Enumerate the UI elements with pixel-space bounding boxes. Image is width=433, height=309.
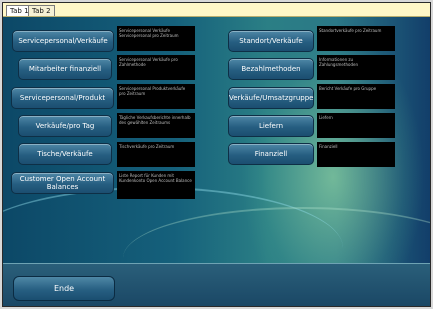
tab-bar: Tab 1 Tab 2	[3, 3, 430, 17]
mitarbeiter-finanziell-button[interactable]: Mitarbeiter finanziell	[18, 58, 112, 80]
customer-open-account-balances-button[interactable]: Customer Open Account Balances	[11, 172, 114, 194]
servicepersonal-verkaeufe-button[interactable]: Servicepersonal/Verkäufe	[12, 30, 114, 52]
verkaeufe-umsatzgruppen-button[interactable]: Verkäufe/Umsatzgruppen	[228, 87, 314, 109]
verkaeufe-umsatzgruppen-description: Bericht Verkäufe pro Gruppe	[317, 84, 395, 109]
tische-verkaeufe-description: Tischverkäufe pro Zeitraum	[117, 142, 195, 167]
customer-open-account-balances-description: Liste Report für Kunden mit Kundenkonto …	[117, 171, 195, 199]
mitarbeiter-finanziell-description: Servicepersonal Verkäufe pro Zahlmethode	[117, 55, 195, 80]
servicepersonal-verkaeufe-description: Servicepersonal Verkäufe Servicepersonal…	[117, 26, 195, 51]
ende-button[interactable]: Ende	[13, 276, 115, 301]
finanziell-button[interactable]: Finanziell	[228, 143, 314, 165]
standort-verkaeufe-description: Standortverkäufe pro Zeitraum	[317, 26, 395, 51]
report-window: Tab 1 Tab 2 Servicepersonal/Verkäufe Ser…	[2, 2, 431, 307]
bezahlmethoden-button[interactable]: Bezahlmethoden	[228, 58, 314, 80]
servicepersonal-produkt-description: Servicepersonal Produktverkäufe pro Zeit…	[117, 84, 195, 109]
verkaeufe-pro-tag-description: Tägliche Verkaufsberichte innerhalb des …	[117, 113, 195, 138]
standort-verkaeufe-button[interactable]: Standort/Verkäufe	[228, 30, 314, 52]
liefern-button[interactable]: Liefern	[228, 115, 314, 137]
bezahlmethoden-description: Informationen zu Zahlungsmethoden	[317, 55, 395, 80]
verkaeufe-pro-tag-button[interactable]: Verkäufe/pro Tag	[18, 115, 112, 137]
liefern-description: Liefern	[317, 113, 395, 138]
tab-2[interactable]: Tab 2	[28, 5, 55, 16]
finanziell-description: Finanziell	[317, 142, 395, 167]
servicepersonal-produkt-button[interactable]: Servicepersonal/Produkt	[11, 87, 114, 109]
tische-verkaeufe-button[interactable]: Tische/Verkäufe	[18, 143, 112, 165]
